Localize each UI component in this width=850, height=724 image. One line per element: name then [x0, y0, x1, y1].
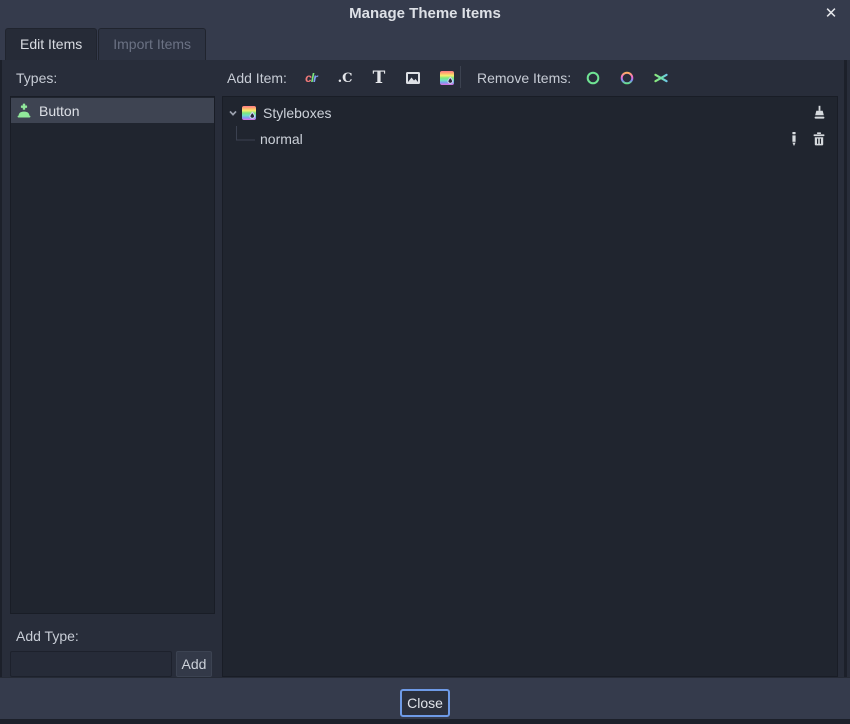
types-label: Types: [16, 70, 57, 86]
remove-custom-items-button[interactable] [618, 69, 636, 87]
constant-item-icon: .C [338, 71, 353, 86]
add-color-item-button[interactable]: clr [302, 69, 320, 87]
tab-bar: Edit Items Import Items [0, 28, 850, 60]
delete-item-button[interactable] [811, 131, 827, 147]
chevron-down-icon[interactable] [228, 108, 238, 118]
color-item-icon: clr [305, 69, 317, 87]
dialog-title: Manage Theme Items [0, 0, 850, 28]
add-type-button[interactable]: Add [176, 651, 212, 677]
add-item-label: Add Item: [227, 70, 287, 86]
close-button[interactable]: Close [400, 689, 450, 717]
type-list-item-button[interactable]: Button [11, 98, 214, 123]
add-font-item-button[interactable]: T [370, 69, 388, 87]
add-item-toolbar: clr .C T [302, 69, 456, 87]
close-icon[interactable]: ✕ [821, 3, 841, 25]
add-constant-item-button[interactable]: .C [336, 69, 354, 87]
add-type-input[interactable] [10, 651, 172, 677]
tab-import-items[interactable]: Import Items [98, 28, 206, 60]
manage-theme-items-dialog: Manage Theme Items ✕ Edit Items Import I… [0, 0, 850, 724]
type-list-item-label: Button [39, 103, 79, 119]
remove-all-items-button[interactable] [652, 69, 670, 87]
stylebox-icon [241, 105, 257, 121]
tab-edit-items-label: Edit Items [20, 36, 82, 52]
button-node-icon [16, 103, 32, 119]
window-edge-right [844, 60, 847, 677]
delete-trash-icon [811, 131, 827, 147]
clear-all-broom-icon [811, 105, 827, 121]
tree-item-label: normal [260, 131, 303, 147]
remove-items-toolbar [584, 69, 670, 87]
type-list: Button [10, 96, 215, 614]
tree-row-styleboxes[interactable]: Styleboxes [223, 100, 837, 126]
title-bar: Manage Theme Items ✕ [0, 0, 850, 28]
add-type-label: Add Type: [16, 628, 79, 644]
image-item-icon [405, 70, 421, 86]
toolbar-separator [460, 66, 461, 88]
tree-root-label: Styleboxes [263, 105, 331, 121]
stylebox-item-icon [439, 70, 455, 86]
font-item-icon: T [373, 68, 386, 88]
remove-class-items-icon [585, 70, 601, 86]
tab-import-items-label: Import Items [113, 36, 191, 52]
theme-items-tree: Styleboxes normal [222, 96, 838, 677]
window-edge-left [0, 60, 2, 677]
tree-row-normal[interactable]: normal [223, 126, 837, 152]
remove-class-items-button[interactable] [584, 69, 602, 87]
add-stylebox-item-button[interactable] [438, 69, 456, 87]
rename-item-button[interactable] [789, 131, 799, 147]
tree-branch-line [236, 126, 256, 152]
tab-edit-items[interactable]: Edit Items [5, 28, 97, 60]
add-image-item-button[interactable] [404, 69, 422, 87]
remove-all-items-icon [653, 70, 669, 86]
clear-all-button[interactable] [811, 105, 827, 121]
remove-items-label: Remove Items: [477, 70, 571, 86]
rename-pencil-icon [789, 131, 799, 147]
remove-custom-items-icon [619, 70, 635, 86]
window-edge-bottom [0, 719, 850, 724]
